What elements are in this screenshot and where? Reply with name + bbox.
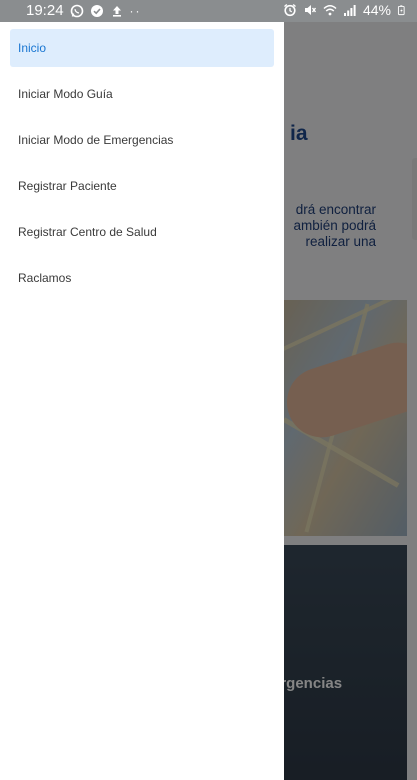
drawer-item-registrar-centro-salud[interactable]: Registrar Centro de Salud xyxy=(10,213,274,251)
drawer-item-iniciar-modo-guia[interactable]: Iniciar Modo Guía xyxy=(10,75,274,113)
check-circle-icon xyxy=(90,4,103,17)
alarm-icon xyxy=(284,3,296,17)
drawer-item-inicio[interactable]: Inicio xyxy=(10,29,274,67)
drawer-item-reclamos[interactable]: Raclamos xyxy=(10,259,274,297)
wifi-icon xyxy=(323,5,337,16)
status-time: 19:24 xyxy=(26,2,64,19)
status-right: 44% xyxy=(283,2,407,18)
battery-percent: 44% xyxy=(362,2,391,18)
navigation-drawer: Inicio Iniciar Modo Guía Iniciar Modo de… xyxy=(0,22,284,780)
upload-icon xyxy=(112,5,121,17)
status-left: 19:24 ·· xyxy=(26,2,142,19)
status-bar: 19:24 ·· 44% xyxy=(0,0,417,22)
battery-charging-icon xyxy=(397,5,405,16)
mute-icon xyxy=(304,5,317,15)
signal-icon xyxy=(343,5,356,16)
more-notifications-dots: ·· xyxy=(129,3,142,18)
drawer-menu: Inicio Iniciar Modo Guía Iniciar Modo de… xyxy=(0,22,284,297)
drawer-item-registrar-paciente[interactable]: Registrar Paciente xyxy=(10,167,274,205)
whatsapp-icon xyxy=(70,4,83,17)
drawer-item-iniciar-modo-emergencias[interactable]: Iniciar Modo de Emergencias xyxy=(10,121,274,159)
